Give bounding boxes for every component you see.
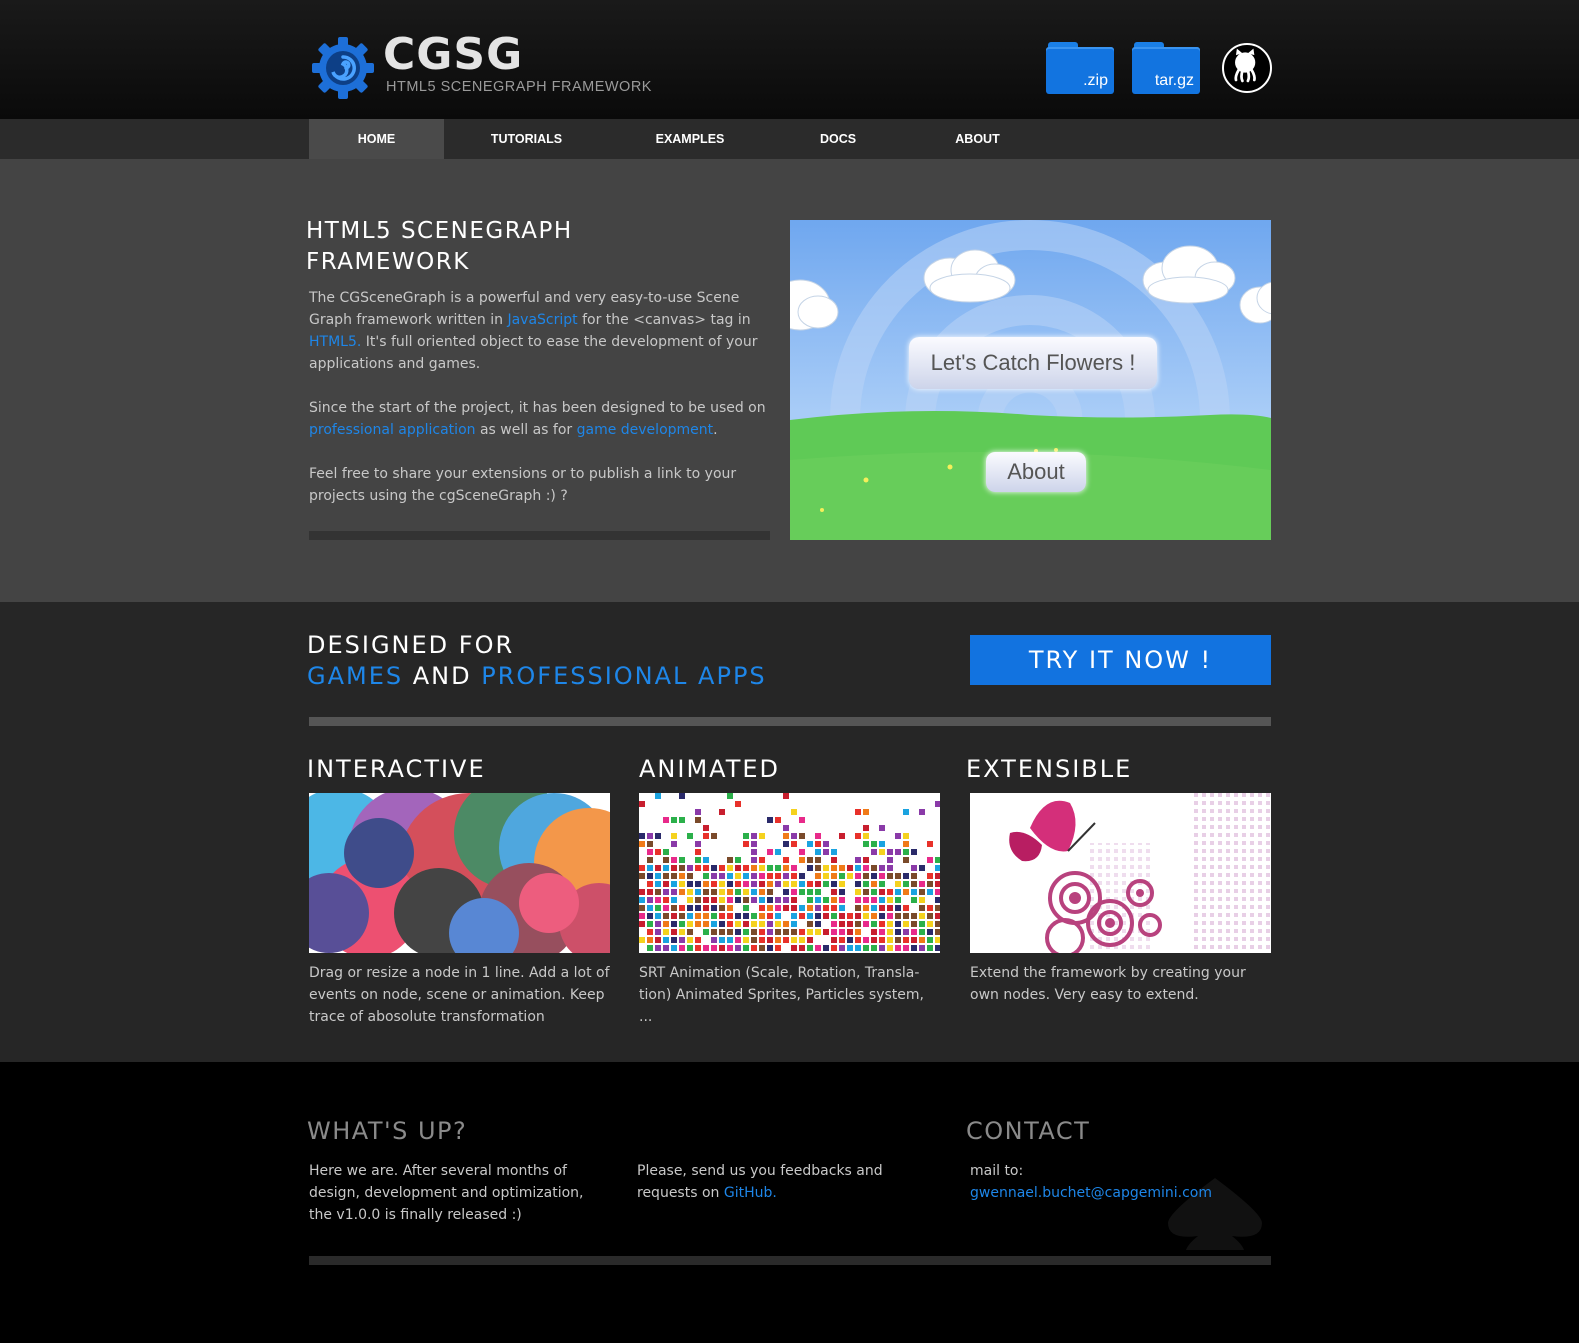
feature-text-animated: SRT Animation (Scale, Rotation, Transla-… bbox=[639, 965, 924, 1025]
download-targz-button[interactable]: tar.gz bbox=[1132, 42, 1200, 94]
main-nav bbox=[0, 119, 1579, 159]
try-it-now-button[interactable]: TRY IT NOW ! bbox=[970, 635, 1271, 685]
professional-application-link[interactable]: professional application bbox=[309, 422, 476, 438]
hero-second-paragraph: Since the start of the project, it has b… bbox=[309, 400, 766, 438]
feature-title-interactive: INTERACTIVE bbox=[307, 755, 486, 783]
html5-link[interactable]: HTML5. bbox=[309, 334, 361, 350]
nav-examples[interactable]: EXAMPLES bbox=[640, 119, 740, 159]
cgsg-gear-logo-icon[interactable] bbox=[310, 35, 376, 101]
nav-about[interactable]: ABOUT bbox=[945, 119, 1010, 159]
feature-text-extensible: Extend the framework by creating your ow… bbox=[970, 965, 1246, 1003]
github-octocat-icon bbox=[1234, 48, 1256, 83]
logo-subtitle: HTML5 SCENEGRAPH FRAMEWORK bbox=[386, 79, 652, 95]
nav-tutorials[interactable]: TUTORIALS bbox=[474, 119, 579, 159]
contact-heading: CONTACT bbox=[966, 1117, 1091, 1145]
feature-title-animated: ANIMATED bbox=[639, 755, 781, 783]
hero-divider bbox=[309, 531, 770, 540]
logo-title[interactable]: CGSG bbox=[383, 29, 523, 80]
footer-divider bbox=[309, 1256, 1271, 1265]
designed-for-subheading: GAMES AND PROFESSIONAL APPS bbox=[307, 662, 767, 690]
contact-text: mail to: gwennael.buchet@capgemini.com bbox=[970, 1163, 1212, 1201]
hero-title: HTML5 SCENEGRAPH FRAMEWORK bbox=[306, 218, 573, 275]
demo-canvas[interactable]: Let's Catch Flowers ! About bbox=[790, 220, 1271, 540]
github-button[interactable] bbox=[1222, 43, 1272, 93]
feature-text-interactive: Drag or resize a node in 1 line. Add a l… bbox=[309, 965, 610, 1025]
contact-email-link[interactable]: gwennael.buchet@capgemini.com bbox=[970, 1185, 1212, 1201]
feature-title-extensible: EXTENSIBLE bbox=[966, 755, 1133, 783]
site-header bbox=[0, 0, 1579, 119]
game-development-link[interactable]: game development bbox=[577, 422, 714, 438]
demo-catch-flowers-button[interactable]: Let's Catch Flowers ! bbox=[909, 337, 1157, 389]
download-targz-label: tar.gz bbox=[1154, 72, 1194, 89]
animated-image bbox=[639, 793, 940, 953]
nav-home[interactable]: HOME bbox=[309, 119, 444, 159]
features-divider bbox=[309, 717, 1271, 726]
javascript-link[interactable]: JavaScript bbox=[507, 312, 577, 328]
whats-up-heading: WHAT'S UP? bbox=[307, 1117, 468, 1145]
demo-about-button[interactable]: About bbox=[986, 452, 1086, 492]
designed-for-heading: DESIGNED FOR bbox=[307, 631, 515, 659]
whats-up-text: Here we are. After several months of des… bbox=[309, 1163, 584, 1223]
download-zip-label: .zip bbox=[1083, 72, 1108, 89]
nav-docs[interactable]: DOCS bbox=[808, 119, 868, 159]
feedback-text: Please, send us you feedbacks and reques… bbox=[637, 1163, 883, 1201]
extensible-image bbox=[970, 793, 1271, 953]
interactive-image bbox=[309, 793, 610, 953]
hero-intro-paragraph: The CGSceneGraph is a powerful and very … bbox=[309, 290, 758, 372]
hero-third-paragraph: Feel free to share your extensions or to… bbox=[309, 466, 737, 504]
github-link[interactable]: GitHub. bbox=[724, 1185, 777, 1201]
download-zip-button[interactable]: .zip bbox=[1046, 42, 1114, 94]
